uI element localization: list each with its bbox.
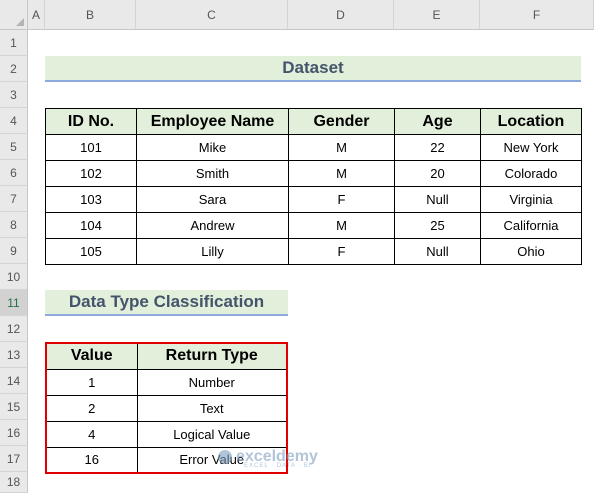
table-cell[interactable]: Smith: [136, 160, 289, 187]
header-cell[interactable]: ID No.: [45, 108, 137, 135]
watermark-logo: exceldemy EXCEL · DATA · BI: [218, 448, 318, 469]
column-header-b[interactable]: B: [45, 0, 136, 30]
row-header-4[interactable]: 4: [0, 108, 28, 134]
row-header-8[interactable]: 8: [0, 212, 28, 238]
table-cell[interactable]: Number: [136, 368, 288, 396]
row-header-5[interactable]: 5: [0, 134, 28, 160]
exceldemy-logo-icon: [218, 450, 232, 464]
table-cell[interactable]: Null: [394, 238, 481, 265]
spreadsheet-grid: A B C D E F 1 2 3 4 5 6 7 8 9 10 11 12 1…: [0, 0, 594, 493]
row-header-10[interactable]: 10: [0, 264, 28, 290]
table-cell[interactable]: Null: [394, 186, 481, 213]
header-cell[interactable]: Return Type: [136, 342, 288, 370]
table-cell[interactable]: M: [288, 160, 395, 187]
table-cell[interactable]: 22: [394, 134, 481, 161]
table-row: 104 Andrew M 25 California: [45, 212, 582, 239]
dataset-header-row: ID No. Employee Name Gender Age Location: [45, 108, 582, 135]
table-cell[interactable]: Text: [136, 394, 288, 422]
table-row: 4 Logical Value: [45, 420, 288, 448]
table-cell[interactable]: Lilly: [136, 238, 289, 265]
row-header-15[interactable]: 15: [0, 394, 28, 420]
row-header-12[interactable]: 12: [0, 316, 28, 342]
table-cell[interactable]: 1: [45, 368, 138, 396]
column-header-a[interactable]: A: [28, 0, 45, 30]
select-all-corner[interactable]: [0, 0, 28, 30]
table-cell[interactable]: 105: [45, 238, 137, 265]
table-row: 2 Text: [45, 394, 288, 422]
table-cell[interactable]: 25: [394, 212, 481, 239]
row-header-16[interactable]: 16: [0, 420, 28, 446]
table-cell[interactable]: 20: [394, 160, 481, 187]
header-cell[interactable]: Location: [480, 108, 582, 135]
table-row: 103 Sara F Null Virginia: [45, 186, 582, 213]
table-cell[interactable]: F: [288, 238, 395, 265]
table-row: 1 Number: [45, 368, 288, 396]
column-header-c[interactable]: C: [136, 0, 288, 30]
table-row: 102 Smith M 20 Colorado: [45, 160, 582, 187]
row-header-14[interactable]: 14: [0, 368, 28, 394]
table-cell[interactable]: F: [288, 186, 395, 213]
column-header-e[interactable]: E: [394, 0, 480, 30]
row-header-3[interactable]: 3: [0, 82, 28, 108]
table-cell[interactable]: Virginia: [480, 186, 582, 213]
header-cell[interactable]: Age: [394, 108, 481, 135]
watermark-tagline: EXCEL · DATA · BI: [244, 463, 312, 469]
table-row: 105 Lilly F Null Ohio: [45, 238, 582, 265]
table-cell[interactable]: Colorado: [480, 160, 582, 187]
table-cell[interactable]: 2: [45, 394, 138, 422]
row-header-13[interactable]: 13: [0, 342, 28, 368]
row-header-9[interactable]: 9: [0, 238, 28, 264]
table-cell[interactable]: 103: [45, 186, 137, 213]
table-row: 101 Mike M 22 New York: [45, 134, 582, 161]
classification-title: Data Type Classification: [45, 290, 288, 316]
column-header-d[interactable]: D: [288, 0, 394, 30]
row-header-2[interactable]: 2: [0, 56, 28, 82]
table-cell[interactable]: 101: [45, 134, 137, 161]
dataset-table: ID No. Employee Name Gender Age Location…: [45, 108, 582, 265]
header-cell[interactable]: Gender: [288, 108, 395, 135]
table-cell[interactable]: California: [480, 212, 582, 239]
table-cell[interactable]: New York: [480, 134, 582, 161]
table-cell[interactable]: 104: [45, 212, 137, 239]
row-header-17[interactable]: 17: [0, 446, 28, 472]
row-header-1[interactable]: 1: [0, 30, 28, 56]
table-cell[interactable]: 4: [45, 420, 138, 448]
table-cell[interactable]: Logical Value: [136, 420, 288, 448]
table-cell[interactable]: Sara: [136, 186, 289, 213]
column-header-f[interactable]: F: [480, 0, 594, 30]
row-header-18[interactable]: 18: [0, 472, 28, 493]
table-cell[interactable]: Mike: [136, 134, 289, 161]
table-cell[interactable]: Andrew: [136, 212, 289, 239]
table-cell[interactable]: 16: [45, 446, 138, 474]
table-cell[interactable]: M: [288, 134, 395, 161]
row-header-6[interactable]: 6: [0, 160, 28, 186]
dataset-title: Dataset: [45, 56, 581, 82]
table-cell[interactable]: 102: [45, 160, 137, 187]
table-cell[interactable]: Ohio: [480, 238, 582, 265]
row-header-11[interactable]: 11: [0, 290, 28, 316]
row-header-7[interactable]: 7: [0, 186, 28, 212]
header-cell[interactable]: Value: [45, 342, 138, 370]
table-cell[interactable]: M: [288, 212, 395, 239]
header-cell[interactable]: Employee Name: [136, 108, 289, 135]
classification-header-row: Value Return Type: [45, 342, 288, 370]
